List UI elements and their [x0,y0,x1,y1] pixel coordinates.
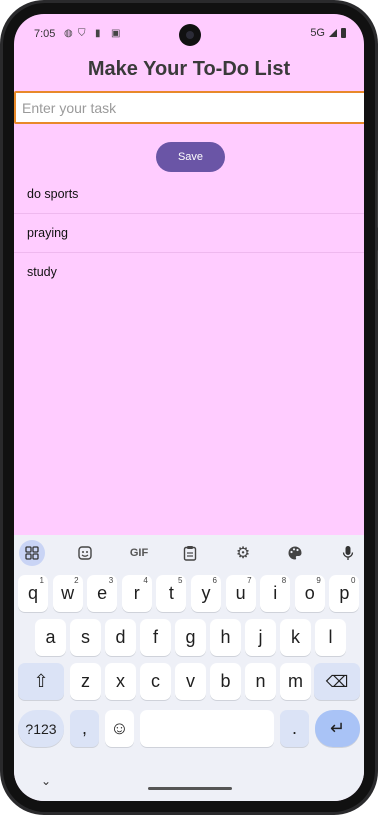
gif-icon[interactable]: GIF [124,540,154,566]
key-v[interactable]: v [175,663,206,700]
network-label: 5G [310,27,325,39]
key-number-hint: 1 [39,576,44,585]
key-label: e [97,583,108,603]
key-label: i [273,583,278,603]
key-n[interactable]: n [245,663,276,700]
key-h[interactable]: h [210,619,241,656]
settings-icon[interactable]: ⚙ [230,540,256,566]
key-number-hint: 5 [177,576,183,585]
mic-icon[interactable] [335,540,361,566]
notification-icon: ◍ [64,28,73,39]
key-f[interactable]: f [140,619,171,656]
keyboard-toolbar: GIF ⚙ [14,535,364,571]
key-o[interactable]: o9 [294,575,325,612]
key-number-hint: 7 [247,576,252,585]
soft-keyboard: GIF ⚙ q1w2e3r4t5y6u7i8o9p0 asdfghjkl ⇧ ⌫… [14,535,364,801]
shield-icon: ⛉ [78,28,86,39]
shift-key[interactable]: ⇧ [18,663,64,700]
comma-key[interactable]: , [70,710,99,747]
key-number-hint: 3 [108,576,114,585]
task-item[interactable]: praying [14,214,364,253]
save-button[interactable]: Save [156,142,225,172]
key-label: r [133,583,140,603]
key-i[interactable]: i8 [260,575,291,612]
key-u[interactable]: u7 [225,575,256,612]
apps-grid-icon[interactable] [19,540,45,566]
key-number-hint: 8 [281,576,287,585]
key-t[interactable]: t5 [156,575,187,612]
task-input[interactable] [14,91,364,124]
key-z[interactable]: z [70,663,101,700]
key-label: q [27,583,38,603]
key-label: w [61,583,75,603]
task-item[interactable]: do sports [14,175,364,214]
key-label: p [339,583,350,603]
status-time: 7:05 [34,28,56,40]
key-r[interactable]: r4 [121,575,152,612]
key-c[interactable]: c [140,663,171,700]
key-a[interactable]: a [35,619,66,656]
task-item[interactable]: study [14,253,364,291]
key-number-hint: 2 [74,576,79,585]
key-number-hint: 6 [212,576,217,585]
key-w[interactable]: w2 [52,575,83,612]
key-m[interactable]: m [280,663,311,700]
key-q[interactable]: q1 [18,575,48,612]
key-label: t [168,583,174,603]
key-number-hint: 4 [143,576,148,585]
key-p[interactable]: p0 [329,575,360,612]
home-indicator[interactable] [148,787,232,790]
key-label: y [201,583,211,603]
key-l[interactable]: l [315,619,346,656]
task-list: do sports praying study [14,175,364,291]
key-e[interactable]: e3 [87,575,118,612]
emoji-key[interactable]: ☺ [105,710,134,747]
key-j[interactable]: j [245,619,276,656]
sticker-icon[interactable] [72,540,98,566]
key-number-hint: 9 [316,576,321,585]
key-s[interactable]: s [70,619,101,656]
status-bar: 7:05 ◍ ⛉ ▮ ▣ 5G [14,14,364,54]
key-d[interactable]: d [105,619,136,656]
signal-icon [329,29,337,37]
sim-icon: ▮ [95,28,101,39]
storage-icon: ▣ [111,28,121,39]
space-key[interactable] [140,710,274,747]
clipboard-icon[interactable] [177,540,203,566]
enter-key[interactable]: ↵ [315,710,360,747]
keyboard-collapse-icon[interactable]: ⌄ [41,774,51,788]
key-label: u [235,583,246,603]
navigation-bar: ⌄ [14,771,364,801]
symbols-key[interactable]: ?123 [18,710,64,747]
status-right: 5G [310,27,346,39]
phone-frame: 7:05 ◍ ⛉ ▮ ▣ 5G Make Your To-Do List Sav… [0,0,378,815]
battery-icon [341,28,346,38]
key-number-hint: 0 [350,576,356,585]
key-x[interactable]: x [105,663,136,700]
phone-screen: 7:05 ◍ ⛉ ▮ ▣ 5G Make Your To-Do List Sav… [14,14,364,801]
palette-icon[interactable] [282,540,308,566]
front-camera [179,24,201,46]
page-title: Make Your To-Do List [87,58,291,80]
period-key[interactable]: . [280,710,309,747]
key-y[interactable]: y6 [191,575,221,612]
key-g[interactable]: g [175,619,206,656]
backspace-key[interactable]: ⌫ [314,663,360,700]
key-b[interactable]: b [210,663,241,700]
key-k[interactable]: k [280,619,311,656]
key-label: o [304,583,315,603]
